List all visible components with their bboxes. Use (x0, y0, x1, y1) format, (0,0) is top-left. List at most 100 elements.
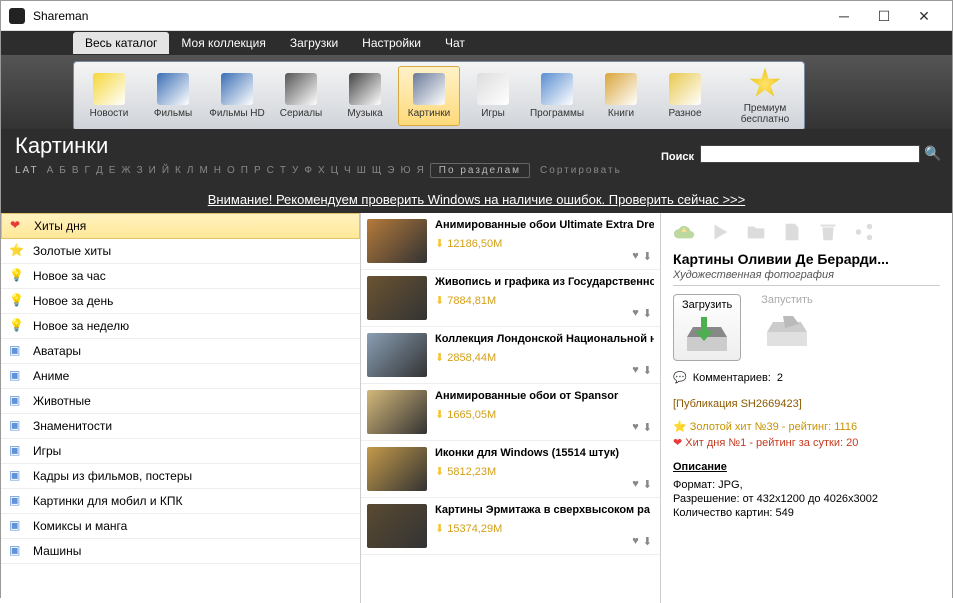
alpha-letter[interactable]: Г (85, 165, 92, 176)
sidebar-item-10[interactable]: ▣Кадры из фильмов, постеры (1, 464, 360, 489)
download-icon[interactable]: ⬇ (643, 478, 652, 491)
menu-3[interactable]: Настройки (350, 32, 433, 54)
search-input[interactable] (700, 145, 920, 163)
launch-button[interactable]: Запустить (761, 294, 813, 361)
list-item[interactable]: Анимированные обои от Spansor ⬇ 1665,05M… (361, 384, 660, 441)
alpha-letter[interactable]: В (72, 165, 81, 176)
sidebar-item-2[interactable]: 💡Новое за час (1, 264, 360, 289)
sidebar-item-4[interactable]: 💡Новое за неделю (1, 314, 360, 339)
alpha-letter[interactable]: Ц (331, 165, 340, 176)
alpha-letter[interactable]: Ч (344, 165, 353, 176)
alpha-letter[interactable]: У (292, 165, 300, 176)
list-item[interactable]: Коллекция Лондонской Национальной н ⬇ 28… (361, 327, 660, 384)
warning-link[interactable]: Внимание! Рекомендуем проверить Windows … (208, 192, 745, 207)
alpha-letter[interactable]: Ю (400, 165, 412, 176)
fav-icon[interactable]: ♥ (632, 421, 639, 434)
menu-1[interactable]: Моя коллекция (169, 32, 277, 54)
download-icon[interactable]: ⬇ (643, 364, 652, 377)
alpha-letter[interactable]: О (227, 165, 237, 176)
item-title: Коллекция Лондонской Национальной н (435, 333, 654, 345)
alpha-letter[interactable]: Ш (357, 165, 368, 176)
sidebar-item-8[interactable]: ▣Знаменитости (1, 414, 360, 439)
alpha-letter[interactable]: М (199, 165, 209, 176)
alpha-letter[interactable]: Н (214, 165, 223, 176)
tool-programs[interactable]: Программы (526, 66, 588, 126)
trash-icon[interactable] (817, 221, 839, 243)
share-icon[interactable] (853, 221, 875, 243)
list-item[interactable]: Иконки для Windows (15514 штук) ⬇ 5812,2… (361, 441, 660, 498)
sidebar-item-12[interactable]: ▣Комиксы и манга (1, 514, 360, 539)
menu-2[interactable]: Загрузки (278, 32, 350, 54)
download-icon[interactable]: ⬇ (643, 421, 652, 434)
list-item[interactable]: Живопись и графика из Государственно ⬇ 7… (361, 270, 660, 327)
fav-icon[interactable]: ♥ (632, 478, 639, 491)
fav-icon[interactable]: ♥ (632, 364, 639, 377)
folder-open-icon[interactable] (745, 221, 767, 243)
alpha-letter[interactable]: Щ (372, 165, 383, 176)
sidebar-item-6[interactable]: ▣Аниме (1, 364, 360, 389)
sidebar-item-11[interactable]: ▣Картинки для мобил и КПК (1, 489, 360, 514)
sidebar-item-0[interactable]: ❤Хиты дня (1, 213, 360, 239)
download-icon[interactable]: ⬇ (643, 535, 652, 548)
thumbnail (367, 447, 427, 491)
maximize-button[interactable]: ☐ (864, 2, 904, 30)
tool-films-hd[interactable]: Фильмы HD (206, 66, 268, 126)
page-icon[interactable] (781, 221, 803, 243)
tool-films[interactable]: Фильмы (142, 66, 204, 126)
alpha-letter[interactable]: Э (387, 165, 396, 176)
menu-0[interactable]: Весь каталог (73, 32, 169, 54)
by-sections-button[interactable]: По разделам (430, 163, 530, 178)
tool-games[interactable]: Игры (462, 66, 524, 126)
alpha-letter[interactable]: Ф (304, 165, 314, 176)
tool-series[interactable]: Сериалы (270, 66, 332, 126)
alpha-letter[interactable]: П (241, 165, 250, 176)
alpha-letter[interactable]: Ж (121, 165, 132, 176)
comments-row[interactable]: 💬 Комментариев: 2 (673, 371, 940, 384)
play-icon[interactable] (709, 221, 731, 243)
alpha-letter[interactable]: И (149, 165, 158, 176)
sidebar-item-13[interactable]: ▣Машины (1, 539, 360, 564)
tool-music[interactable]: Музыка (334, 66, 396, 126)
tool-misc[interactable]: Разное (654, 66, 716, 126)
alpha-letter[interactable]: Й (162, 165, 171, 176)
sort-button[interactable]: Сортировать (540, 165, 622, 176)
alpha-letter[interactable]: Х (318, 165, 327, 176)
fav-icon[interactable]: ♥ (632, 307, 639, 320)
alpha-letter[interactable]: А (47, 165, 56, 176)
sidebar-label: Комиксы и манга (33, 519, 127, 533)
search-icon[interactable]: 🔍 (924, 145, 942, 163)
alpha-letter[interactable]: З (137, 165, 145, 176)
minimize-button[interactable]: ─ (824, 2, 864, 30)
alpha-letter[interactable]: С (267, 165, 276, 176)
alpha-letter[interactable]: К (175, 165, 183, 176)
list-item[interactable]: Картины Эрмитажа в сверхвысоком ра ⬇ 153… (361, 498, 660, 555)
menu-4[interactable]: Чат (433, 32, 477, 54)
alpha-letter[interactable]: Е (109, 165, 118, 176)
download-icon[interactable]: ⬇ (643, 307, 652, 320)
tool-pictures[interactable]: Картинки (398, 66, 460, 126)
alpha-letter[interactable]: Д (96, 165, 105, 176)
fav-icon[interactable]: ♥ (632, 535, 639, 548)
alpha-letter[interactable]: Б (59, 165, 68, 176)
tool-premium[interactable]: Премиум бесплатно (730, 66, 800, 126)
alpha-letter[interactable]: Я (417, 165, 426, 176)
sidebar-label: Игры (33, 444, 61, 458)
alpha-letter[interactable]: Р (254, 165, 263, 176)
sidebar-item-3[interactable]: 💡Новое за день (1, 289, 360, 314)
sidebar-item-7[interactable]: ▣Животные (1, 389, 360, 414)
alpha-letter[interactable]: Т (280, 165, 288, 176)
alpha-lat[interactable]: LAT (15, 165, 39, 176)
fav-icon[interactable]: ♥ (632, 250, 639, 263)
download-icon[interactable]: ⬇ (643, 250, 652, 263)
alpha-letter[interactable]: Л (187, 165, 196, 176)
tool-books[interactable]: Книги (590, 66, 652, 126)
download-button[interactable]: Загрузить (673, 294, 741, 361)
sidebar-label: Кадры из фильмов, постеры (33, 469, 192, 483)
tool-news[interactable]: Новости (78, 66, 140, 126)
close-button[interactable]: ✕ (904, 2, 944, 30)
list-item[interactable]: Анимированные обои Ultimate Extra Dre ⬇ … (361, 213, 660, 270)
sidebar-item-9[interactable]: ▣Игры (1, 439, 360, 464)
sidebar-item-1[interactable]: ⭐Золотые хиты (1, 239, 360, 264)
sidebar-item-5[interactable]: ▣Аватары (1, 339, 360, 364)
cloud-icon[interactable] (673, 221, 695, 243)
